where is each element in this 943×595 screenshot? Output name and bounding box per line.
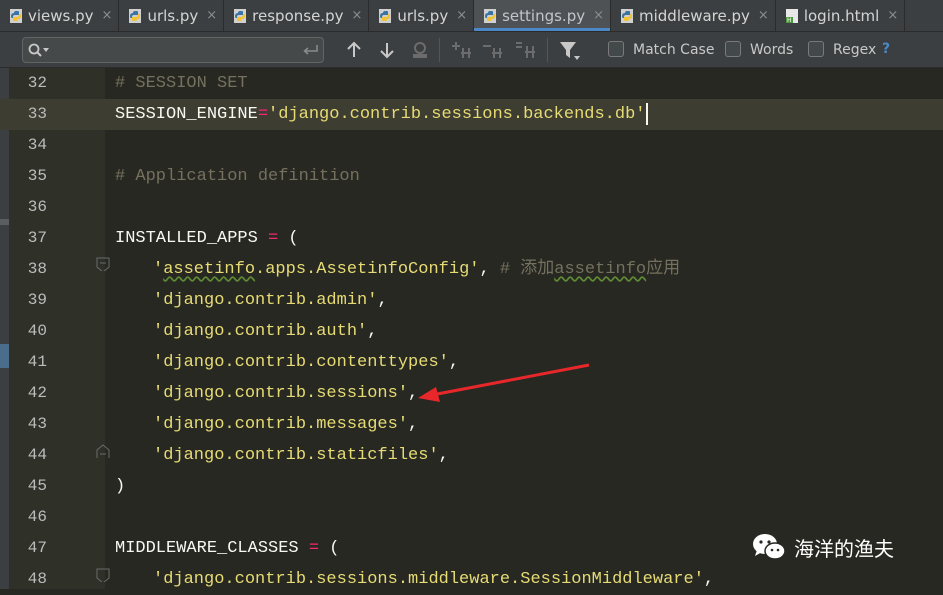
watermark: 海洋的渔夫 (752, 530, 894, 564)
words-label[interactable]: Words (750, 41, 793, 59)
tab-views-py[interactable]: views.py × (0, 0, 120, 31)
close-icon[interactable]: × (206, 8, 217, 23)
tab-label: response.py (252, 6, 344, 25)
tab-response-py[interactable]: response.py × (224, 0, 370, 31)
tab-middleware-py[interactable]: middleware.py × (611, 0, 776, 31)
toolbar-divider (439, 38, 440, 62)
regex-help-link[interactable]: ? (882, 41, 890, 57)
search-history-icon[interactable] (27, 42, 51, 58)
close-icon[interactable]: × (351, 8, 362, 23)
tab-urls-py[interactable]: urls.py × (369, 0, 475, 31)
next-occurrence-icon[interactable] (379, 41, 395, 59)
toolbar-divider (547, 38, 548, 62)
regex-label[interactable]: Regex (833, 41, 876, 59)
html-file-icon: H (785, 8, 798, 24)
tab-urls-py[interactable]: urls.py × (119, 0, 225, 31)
enter-icon (303, 45, 318, 55)
python-file-icon (10, 8, 22, 23)
close-icon[interactable]: × (456, 8, 467, 23)
match-case-checkbox[interactable] (608, 41, 624, 57)
tab-label: urls.py (397, 6, 449, 25)
close-icon[interactable]: × (887, 8, 898, 23)
close-icon[interactable]: × (758, 8, 769, 23)
search-input[interactable] (53, 40, 307, 62)
find-in-path-icon[interactable] (410, 40, 430, 60)
remove-occurrence-icon[interactable] (482, 40, 504, 60)
close-icon[interactable]: × (593, 8, 604, 23)
watermark-text: 海洋的渔夫 (794, 536, 894, 561)
words-checkbox[interactable] (725, 41, 741, 57)
tab-label: views.py (28, 6, 94, 25)
add-occurrence-icon[interactable] (451, 40, 473, 60)
tab-settings-py[interactable]: settings.py × (474, 0, 611, 31)
python-file-icon (484, 8, 497, 23)
tab-label: urls.py (147, 6, 199, 25)
tab-label: login.html (803, 6, 880, 25)
editor-tab-bar: views.py × urls.py × response.py × urls.py × set… (0, 0, 943, 32)
tab-label: middleware.py (639, 6, 750, 25)
tab-label: settings.py (502, 6, 586, 25)
previous-occurrence-icon[interactable] (346, 41, 362, 59)
select-all-occurrences-icon[interactable] (513, 40, 537, 60)
filter-icon[interactable] (559, 40, 583, 62)
close-icon[interactable]: × (102, 8, 113, 23)
annotation-arrow (418, 363, 590, 402)
wechat-icon (753, 534, 786, 560)
python-file-icon (379, 8, 392, 23)
tab-login-html[interactable]: Hlogin.html × (775, 0, 906, 31)
code-editor[interactable]: 32 # SESSION SET 33 SESSION_ENGINE='django.… (0, 68, 943, 589)
python-file-icon (621, 8, 633, 23)
match-case-label[interactable]: Match Case (633, 41, 714, 59)
find-toolbar: Match Case Words Regex ? (0, 32, 943, 68)
python-file-icon (129, 8, 142, 23)
svg-text:H: H (787, 17, 792, 24)
python-file-icon (234, 8, 247, 23)
regex-checkbox[interactable] (808, 41, 824, 57)
search-field[interactable] (22, 37, 324, 63)
